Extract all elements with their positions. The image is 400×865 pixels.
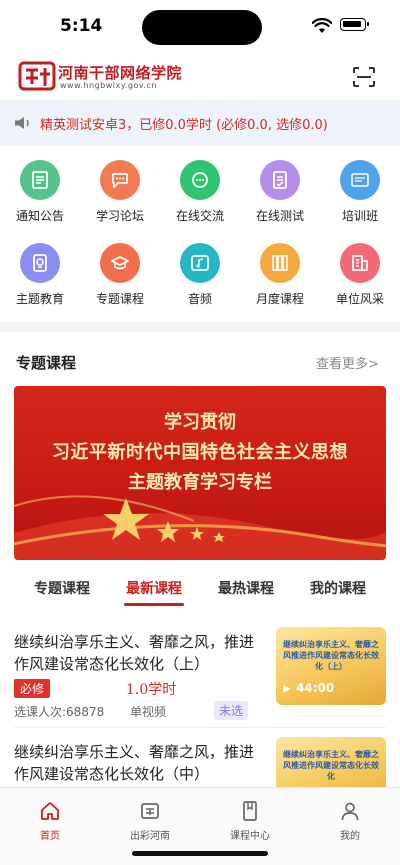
nav-home[interactable]: 首页	[0, 796, 100, 846]
nav-label: 出彩河南	[130, 831, 170, 842]
battery-icon	[340, 18, 369, 31]
grid-item-unit[interactable]: 单位风采	[320, 229, 400, 309]
home-icon	[41, 802, 59, 820]
audio-icon	[180, 243, 220, 283]
tab-hottest-course[interactable]: 最热课程	[196, 578, 296, 598]
course-tabs: 专题课程 最新课程 最热课程 我的课程	[0, 570, 400, 610]
see-more-link[interactable]: 查看更多>	[316, 353, 379, 372]
home-indicator	[132, 851, 268, 856]
grid-label: 在线测试	[255, 209, 304, 223]
app-screen: 5:14 河南干部网络学院 www.hngbwlxy.gov.cn 精英测试安卓…	[0, 0, 400, 865]
course-center-icon	[243, 801, 257, 821]
notice-icon	[20, 160, 60, 200]
tab-latest-course[interactable]: 最新课程	[104, 578, 204, 598]
play-icon	[283, 685, 291, 693]
app-header: 河南干部网络学院 www.hngbwlxy.gov.cn	[0, 52, 400, 100]
test-icon	[260, 160, 300, 200]
profile-icon	[341, 802, 359, 821]
logo-name: 河南干部网络学院	[58, 64, 183, 82]
enroll-count: 选课人次:68878	[14, 705, 105, 719]
tab-my-course[interactable]: 我的课程	[288, 578, 388, 598]
banner-line-1: 学习贯彻	[164, 412, 236, 433]
banner-line-3: 主题教育学习专栏	[128, 472, 272, 493]
logo-icon	[18, 61, 56, 91]
grid-label: 通知公告	[15, 209, 64, 223]
unit-icon	[340, 243, 380, 283]
grid-item-audio[interactable]: 音频	[160, 229, 240, 309]
grid-label: 单位风采	[335, 292, 384, 306]
video-duration: 44:00	[296, 681, 335, 695]
nav-profile[interactable]: 我的	[300, 796, 400, 846]
dynamic-island	[142, 10, 262, 45]
grid-label: 音频	[187, 292, 212, 306]
nav-course-center[interactable]: 课程中心	[200, 796, 300, 846]
video-type: 单视频	[130, 705, 167, 719]
grid-item-notice[interactable]: 通知公告	[0, 146, 80, 226]
speaker-icon	[15, 117, 29, 129]
nav-label: 课程中心	[230, 831, 270, 842]
course-hours: 1.0学时	[126, 682, 177, 698]
monthly-course-icon	[260, 243, 300, 283]
grid-item-test[interactable]: 在线测试	[240, 146, 320, 226]
grid-label: 月度课程	[255, 292, 304, 306]
section-title: 专题课程	[16, 354, 77, 372]
logo-url: www.hngbwlxy.gov.cn	[60, 81, 157, 90]
notice-bar[interactable]: 精英测试安卓3，已修0.0学时 (必修0.0, 选修0.0)	[0, 100, 400, 146]
grid-item-forum[interactable]: 学习论坛	[80, 146, 160, 226]
status-bar: 5:14	[0, 0, 400, 52]
grid-item-special-course[interactable]: 专题课程	[80, 229, 160, 309]
forum-icon	[100, 160, 140, 200]
wifi-icon	[312, 18, 332, 33]
course-item[interactable]: 继续纠治享乐主义、奢靡之风，推进作风建设常态化长效化（上） 必修 1.0学时 选…	[0, 627, 400, 743]
grid-item-theme[interactable]: 主题教育	[0, 229, 80, 309]
section-divider	[0, 322, 400, 332]
theme-icon	[20, 243, 60, 283]
grid-label: 学习论坛	[95, 209, 144, 223]
course-title: 继续纠治享乐主义、奢靡之风，推进作风建设常态化长效化（中）	[14, 743, 255, 783]
henan-icon	[141, 803, 159, 819]
function-grid: 通知公告 学习论坛 在线交流 在线测试 培训班 主题教育 专题课程 音频 月度课…	[0, 146, 400, 322]
banner-line-2: 习近平新时代中国特色社会主义思想	[52, 442, 348, 463]
thumbnail-title: 继续纠治享乐主义、奢靡之风推进作风建设常态化长效化	[283, 750, 379, 781]
course-thumbnail[interactable]: 继续纠治享乐主义、奢靡之风推进作风建设常态化长效化（上） 44:00	[276, 627, 386, 705]
grid-label: 专题课程	[95, 292, 144, 306]
topic-banner[interactable]: 学习贯彻 习近平新时代中国特色社会主义思想 主题教育学习专栏	[14, 386, 386, 560]
nav-label: 我的	[340, 831, 360, 842]
grid-item-monthly-course[interactable]: 月度课程	[240, 229, 320, 309]
required-badge: 必修	[14, 679, 51, 698]
notice-text: 精英测试安卓3，已修0.0学时 (必修0.0, 选修0.0)	[40, 118, 328, 133]
grid-label: 培训班	[341, 209, 378, 223]
grid-item-chat[interactable]: 在线交流	[160, 146, 240, 226]
tab-special-course[interactable]: 专题课程	[12, 578, 112, 598]
grid-label: 在线交流	[175, 209, 224, 223]
status-time: 5:14	[60, 16, 103, 36]
class-icon	[340, 160, 380, 200]
active-tab-indicator	[124, 603, 184, 606]
nav-label: 首页	[40, 831, 60, 842]
grid-item-class[interactable]: 培训班	[320, 146, 400, 226]
scan-icon[interactable]	[352, 66, 376, 88]
thumbnail-title: 继续纠治享乐主义、奢靡之风推进作风建设常态化长效化（上）	[283, 640, 379, 671]
chat-icon	[180, 160, 220, 200]
selection-status-badge[interactable]: 未选	[214, 701, 249, 720]
course-separator	[14, 727, 386, 728]
course-title: 继续纠治享乐主义、奢靡之风，推进作风建设常态化长效化（上）	[14, 633, 255, 673]
nav-henan[interactable]: 出彩河南	[100, 796, 200, 846]
special-course-icon	[100, 243, 140, 283]
grid-label: 主题教育	[15, 292, 64, 306]
